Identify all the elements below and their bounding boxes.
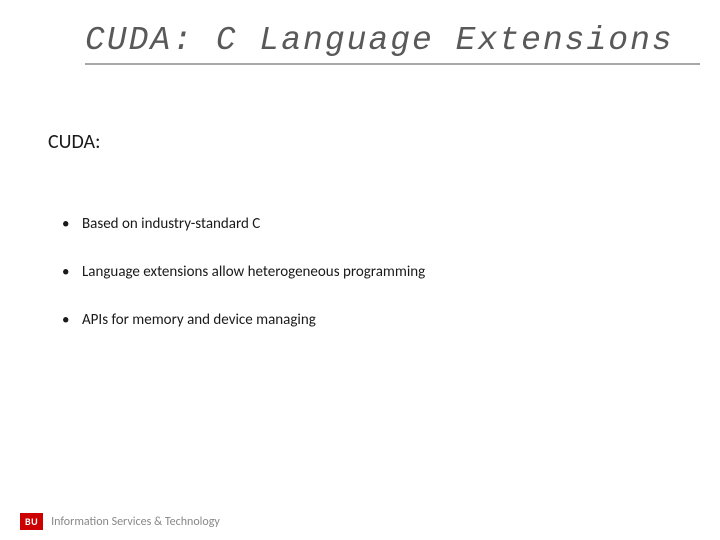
bullet-item: Language extensions allow heterogeneous …: [60, 263, 425, 281]
footer: BU Information Services & Technology: [20, 513, 220, 530]
bu-logo: BU: [20, 513, 43, 530]
bullet-item: APIs for memory and device managing: [60, 311, 425, 329]
bullet-list: Based on industry-standard C Language ex…: [60, 215, 425, 359]
footer-text: Information Services & Technology: [51, 515, 220, 529]
slide-title: CUDA: C Language Extensions: [85, 22, 700, 65]
slide-subtitle: CUDA:: [48, 130, 100, 154]
bullet-item: Based on industry-standard C: [60, 215, 425, 233]
